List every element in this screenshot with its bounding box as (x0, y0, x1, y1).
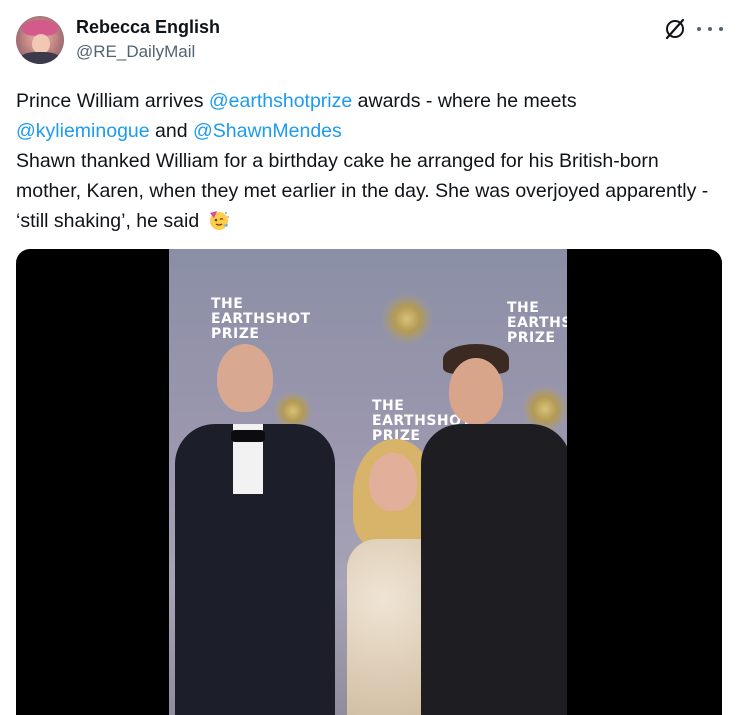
avatar[interactable] (16, 16, 64, 64)
mention-earthshotprize[interactable]: @earthshotprize (209, 90, 352, 112)
text-segment: Prince William arrives (16, 90, 209, 112)
tweet-text-paragraph2: Shawn thanked William for a birthday cak… (16, 146, 716, 236)
tweet-text: Prince William arrives @earthshotprize a… (16, 86, 716, 236)
media-video[interactable]: THE EARTHSHOT PRIZE THE EARTHSH PRIZE TH… (16, 249, 722, 715)
backdrop-logo-right: THE EARTHSH PRIZE (507, 301, 567, 346)
more-dot (697, 27, 701, 31)
person-head (449, 358, 503, 424)
backdrop-logo-line: THE (507, 300, 540, 316)
person-left (169, 344, 344, 715)
text-segment: Shawn thanked William for a birthday cak… (16, 150, 709, 232)
backdrop-logo-line: EARTHSHOT (211, 311, 311, 327)
mention-shawnmendes[interactable]: @ShawnMendes (193, 120, 342, 142)
video-frame[interactable]: THE EARTHSHOT PRIZE THE EARTHSH PRIZE TH… (169, 249, 567, 715)
backdrop-logo-line: EARTHSH (507, 315, 567, 331)
person-head (369, 453, 417, 511)
author-display-name[interactable]: Rebecca English (76, 17, 220, 38)
tweet-card[interactable]: Rebecca English @RE_DailyMail Prince Wil… (0, 0, 738, 715)
person-head (217, 344, 273, 412)
backdrop-logo-line: THE (211, 296, 244, 312)
party-face-emoji-icon (209, 211, 229, 230)
person-shirt (421, 424, 567, 715)
more-dot (719, 27, 723, 31)
text-segment: and (149, 120, 193, 142)
tweet-text-line1: Prince William arrives @earthshotprize a… (16, 86, 716, 116)
more-icon[interactable] (697, 18, 723, 40)
backdrop-logo-line: PRIZE (211, 326, 260, 342)
author-handle[interactable]: @RE_DailyMail (76, 42, 195, 62)
earthshot-globe-logo (381, 293, 433, 345)
tweet-text-line2: @kylieminogue and @ShawnMendes (16, 116, 716, 146)
avatar-face (32, 34, 50, 54)
person-right (421, 344, 567, 715)
grok-icon[interactable] (664, 18, 686, 40)
mention-kylieminogue[interactable]: @kylieminogue (16, 120, 150, 142)
text-segment: awards - where he meets (352, 90, 577, 112)
person-bowtie (231, 430, 265, 442)
avatar-coat (20, 52, 60, 64)
more-dot (708, 27, 712, 31)
backdrop-logo-left: THE EARTHSHOT PRIZE (211, 297, 311, 342)
